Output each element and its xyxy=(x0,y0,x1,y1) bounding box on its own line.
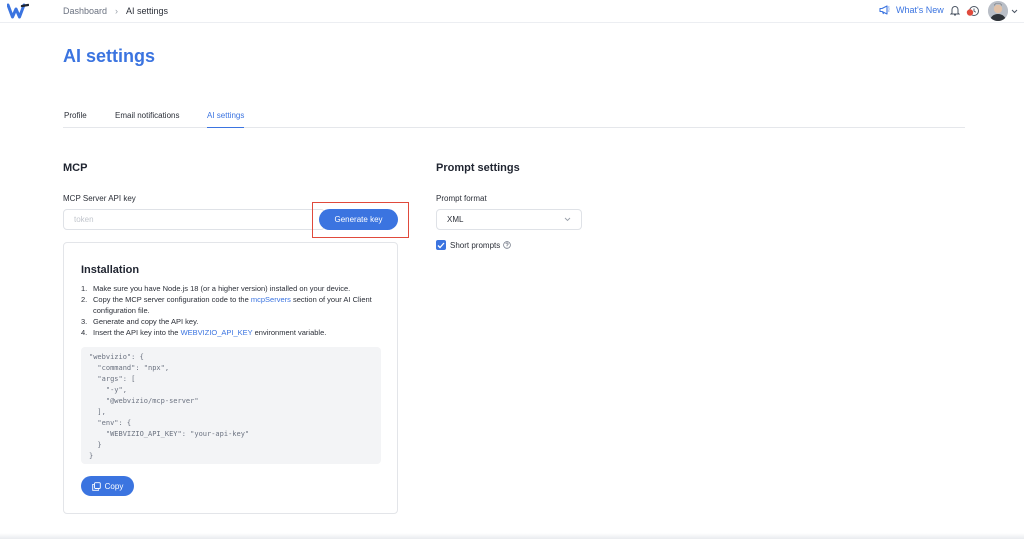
copy-icon xyxy=(91,481,101,491)
api-key-env-link[interactable]: WEBVIZIO_API_KEY xyxy=(181,328,253,337)
bottom-shadow xyxy=(0,533,1024,539)
tab-email-notifications[interactable]: Email notifications xyxy=(115,111,179,128)
installation-steps: 1. Make sure you have Node.js 18 (or a h… xyxy=(81,283,386,338)
step-text: Copy the MCP server configuration code t… xyxy=(93,294,386,316)
chevron-down-icon xyxy=(564,217,571,222)
chevron-right-icon: › xyxy=(115,6,119,16)
step-text-before: Insert the API key into the xyxy=(93,328,181,337)
page-title: AI settings xyxy=(63,46,156,66)
step-text-after: environment variable. xyxy=(252,328,327,337)
highlight-frame xyxy=(312,202,409,238)
installation-title: Installation xyxy=(81,264,140,276)
prompt-format-select[interactable]: XML xyxy=(436,209,582,230)
step-text: Insert the API key into the WEBVIZIO_API… xyxy=(93,327,326,338)
list-item: 4. Insert the API key into the WEBVIZIO_… xyxy=(81,327,386,338)
step-text-before: Copy the MCP server configuration code t… xyxy=(93,295,251,304)
tab-ai-settings[interactable]: AI settings xyxy=(207,111,245,128)
user-photo-icon xyxy=(988,1,1008,21)
breadcrumb-dashboard[interactable]: Dashboard xyxy=(63,6,107,16)
step-text: Generate and copy the API key. xyxy=(93,317,199,326)
short-prompts-label: Short prompts xyxy=(450,240,501,250)
installation-card: Installation 1. Make sure you have Node.… xyxy=(63,242,398,514)
step-number: 3. xyxy=(81,317,88,326)
breadcrumb-current: AI settings xyxy=(126,6,169,16)
prompt-format-label: Prompt format xyxy=(436,194,487,203)
help-icon[interactable] xyxy=(503,241,512,249)
megaphone-icon xyxy=(879,5,890,15)
api-key-input[interactable] xyxy=(63,209,325,230)
short-prompts-checkbox[interactable] xyxy=(436,240,446,250)
settings-tabs: Profile Email notifications AI settings xyxy=(63,111,965,128)
whats-new-label: What's New xyxy=(896,5,944,15)
chevron-down-icon[interactable] xyxy=(1011,9,1018,14)
checkmark-icon xyxy=(437,242,445,248)
breadcrumb: Dashboard › AI settings xyxy=(63,6,168,16)
list-item: 3. Generate and copy the API key. xyxy=(81,316,386,327)
mcp-section-title: MCP xyxy=(63,162,88,174)
config-code-block[interactable]: "webvizio": { "command": "npx", "args": … xyxy=(81,347,381,464)
bell-icon[interactable] xyxy=(950,5,960,16)
prompt-settings-title: Prompt settings xyxy=(436,162,520,174)
notifications-badge-icon[interactable] xyxy=(966,5,980,17)
step-number: 1. xyxy=(81,284,88,293)
avatar[interactable] xyxy=(988,1,1008,21)
webvizio-logo-icon[interactable] xyxy=(7,3,29,19)
api-key-label: MCP Server API key xyxy=(63,194,136,203)
tab-profile[interactable]: Profile xyxy=(64,111,87,128)
copy-button[interactable]: Copy xyxy=(81,476,134,496)
step-number: 4. xyxy=(81,328,88,337)
step-number: 2. xyxy=(81,295,88,304)
list-item: 1. Make sure you have Node.js 18 (or a h… xyxy=(81,283,386,294)
copy-button-label: Copy xyxy=(104,481,124,491)
short-prompts-option: Short prompts xyxy=(436,240,512,250)
step-text: Make sure you have Node.js 18 (or a high… xyxy=(93,284,351,293)
list-item: 2. Copy the MCP server configuration cod… xyxy=(81,294,386,316)
top-bar: Dashboard › AI settings What's New xyxy=(0,0,1024,23)
prompt-format-value: XML xyxy=(447,215,464,224)
mcpservers-link[interactable]: mcpServers xyxy=(251,295,291,304)
whats-new-button[interactable]: What's New xyxy=(879,5,944,15)
